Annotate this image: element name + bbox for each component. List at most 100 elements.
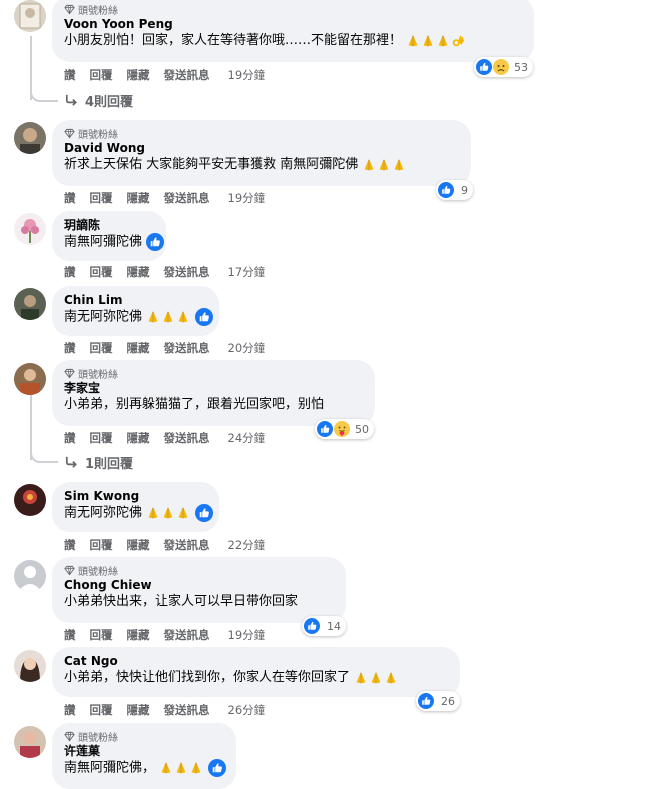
reply-button[interactable]: 回覆: [90, 340, 113, 356]
like-icon: [418, 693, 434, 709]
commenter-name[interactable]: Chin Lim: [64, 292, 207, 308]
like-button[interactable]: 讚: [64, 702, 76, 718]
diamond-icon: [64, 565, 75, 576]
hide-button[interactable]: 隱藏: [127, 430, 150, 446]
hide-button[interactable]: 隱藏: [127, 702, 150, 718]
folded-hands-icon: [421, 34, 435, 48]
reply-button[interactable]: 回覆: [90, 430, 113, 446]
send-message-button[interactable]: 發送訊息: [164, 190, 210, 206]
reply-button[interactable]: 回覆: [90, 627, 113, 643]
comment-text: 小弟弟，别再躲猫猫了，跟着光回家吧，别怕: [64, 397, 325, 412]
like-button[interactable]: 讚: [64, 264, 76, 280]
timestamp[interactable]: 22分鐘: [228, 537, 266, 553]
comment-bubble: Chin Lim 南无阿弥陀佛: [52, 286, 219, 336]
comment-text: 南无阿弥陀佛: [64, 504, 207, 523]
comment-bubble: 玥謫陈 南無阿彌陀佛: [52, 211, 166, 261]
send-message-button[interactable]: 發送訊息: [164, 264, 210, 280]
folded-hands-icon: [406, 34, 420, 48]
top-fan-badge: 頭號粉絲: [64, 563, 334, 578]
folded-hands-icon: [174, 761, 188, 775]
comment-text: 南無阿彌陀佛: [64, 233, 154, 252]
send-message-button[interactable]: 發送訊息: [164, 67, 210, 83]
reply-button[interactable]: 回覆: [90, 702, 113, 718]
folded-hands-icon: [377, 158, 391, 172]
commenter-name[interactable]: 李家宝: [64, 380, 363, 396]
hide-button[interactable]: 隱藏: [127, 537, 150, 553]
hide-button[interactable]: 隱藏: [127, 264, 150, 280]
commenter-name[interactable]: David Wong: [64, 140, 459, 156]
folded-hands-icon: [146, 506, 160, 520]
comment-bubble: 頭號粉絲 Voon Yoon Peng 小朋友別怕！回家，家人在等待著你哦……不…: [52, 0, 534, 62]
reaction-count: 26: [441, 694, 455, 708]
comment-text: 南無阿彌陀佛，: [64, 759, 224, 778]
send-message-button[interactable]: 發送訊息: [164, 430, 210, 446]
hide-button[interactable]: 隱藏: [127, 627, 150, 643]
avatar[interactable]: [14, 726, 46, 758]
reply-button[interactable]: 回覆: [90, 190, 113, 206]
like-icon: [208, 759, 226, 777]
diamond-icon: [64, 731, 75, 742]
top-fan-badge: 頭號粉絲: [64, 366, 363, 381]
send-message-button[interactable]: 發送訊息: [164, 537, 210, 553]
view-replies-button[interactable]: 1則回覆: [64, 453, 133, 472]
avatar[interactable]: [14, 484, 46, 516]
comment-actions: 讚 回覆 隱藏 發送訊息 20分鐘: [64, 340, 265, 356]
timestamp[interactable]: 17分鐘: [228, 264, 266, 280]
send-message-button[interactable]: 發送訊息: [164, 340, 210, 356]
reaction-summary[interactable]: 53: [474, 57, 533, 77]
hide-button[interactable]: 隱藏: [127, 190, 150, 206]
comment-text: 祈求上天保佑 大家能夠平安无事獲救 南無阿彌陀佛: [64, 156, 459, 174]
send-message-button[interactable]: 發送訊息: [164, 702, 210, 718]
comment-actions: 讚 回覆 隱藏 發送訊息 22分鐘: [64, 537, 265, 553]
like-button[interactable]: 讚: [64, 430, 76, 446]
like-icon: [317, 421, 333, 437]
like-button[interactable]: 讚: [64, 67, 76, 83]
commenter-name[interactable]: Voon Yoon Peng: [64, 16, 522, 32]
folded-hands-icon: [176, 310, 190, 324]
commenter-name[interactable]: Chong Chiew: [64, 577, 334, 593]
reaction-summary[interactable]: 9: [436, 180, 473, 200]
like-button[interactable]: 讚: [64, 190, 76, 206]
timestamp[interactable]: 19分鐘: [228, 67, 266, 83]
like-button[interactable]: 讚: [64, 340, 76, 356]
avatar[interactable]: [14, 288, 46, 320]
avatar[interactable]: [14, 213, 46, 245]
reply-button[interactable]: 回覆: [90, 537, 113, 553]
avatar[interactable]: [14, 363, 46, 395]
comment-actions: 讚 回覆 隱藏 發送訊息 19分鐘: [64, 67, 265, 83]
folded-hands-icon: [161, 310, 175, 324]
timestamp[interactable]: 24分鐘: [228, 430, 266, 446]
avatar[interactable]: [14, 0, 46, 32]
folded-hands-icon: [384, 671, 398, 685]
hide-button[interactable]: 隱藏: [127, 67, 150, 83]
like-button[interactable]: 讚: [64, 627, 76, 643]
like-button[interactable]: 讚: [64, 537, 76, 553]
send-message-button[interactable]: 發送訊息: [164, 627, 210, 643]
timestamp[interactable]: 20分鐘: [228, 340, 266, 356]
commenter-name[interactable]: 玥謫陈: [64, 217, 154, 233]
folded-hands-icon: [189, 761, 203, 775]
timestamp[interactable]: 26分鐘: [228, 702, 266, 718]
reply-arrow-icon: [64, 93, 79, 108]
reaction-summary[interactable]: 26: [416, 691, 460, 711]
reply-button[interactable]: 回覆: [90, 67, 113, 83]
reply-button[interactable]: 回覆: [90, 264, 113, 280]
hide-button[interactable]: 隱藏: [127, 340, 150, 356]
avatar[interactable]: [14, 650, 46, 682]
view-replies-button[interactable]: 4則回覆: [64, 91, 133, 110]
reaction-summary[interactable]: 50: [315, 419, 374, 439]
comment-bubble: 頭號粉絲 Chong Chiew 小弟弟快出来，让家人可以早日带你回家: [52, 557, 346, 623]
commenter-name[interactable]: Cat Ngo: [64, 653, 448, 669]
timestamp[interactable]: 19分鐘: [228, 627, 266, 643]
reaction-count: 9: [461, 183, 468, 197]
comment-bubble: 頭號粉絲 David Wong 祈求上天保佑 大家能夠平安无事獲救 南無阿彌陀佛: [52, 120, 471, 186]
commenter-name[interactable]: Sim Kwong: [64, 488, 207, 504]
reaction-count: 14: [327, 619, 341, 633]
avatar[interactable]: [14, 122, 46, 154]
commenter-name[interactable]: 许莲菓: [64, 743, 224, 759]
timestamp[interactable]: 19分鐘: [228, 190, 266, 206]
avatar[interactable]: [14, 560, 46, 592]
diamond-icon: [64, 368, 75, 379]
folded-hands-icon: [176, 506, 190, 520]
reaction-summary[interactable]: 14: [302, 616, 346, 636]
